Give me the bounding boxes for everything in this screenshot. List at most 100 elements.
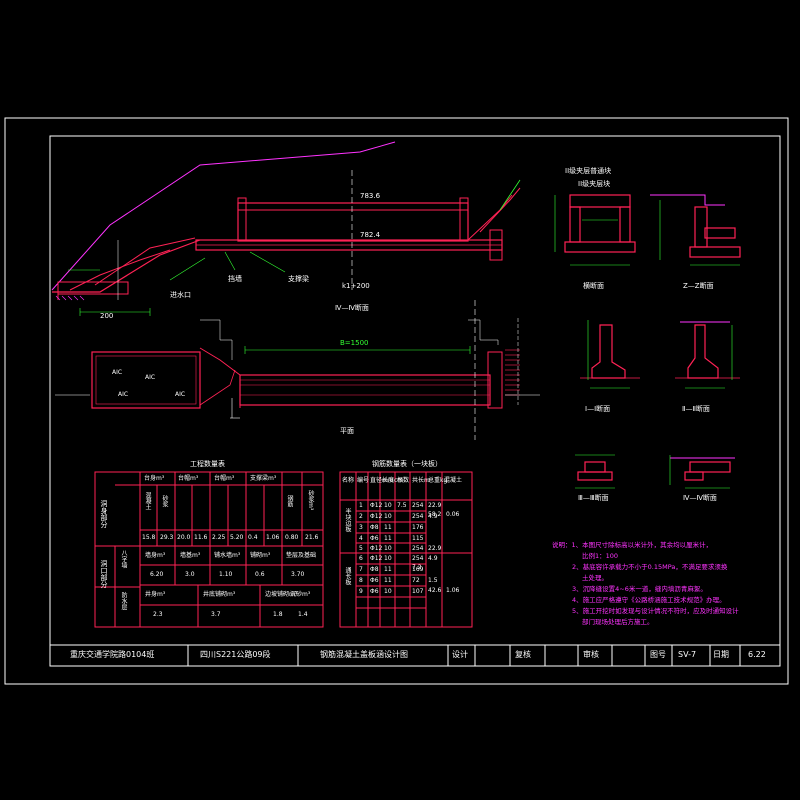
quantity-table-title: 工程数量表	[190, 460, 225, 468]
table2-row-0-cell-4: 254	[412, 502, 424, 509]
table2-row-6-cell-0: 7	[359, 566, 363, 573]
table1-row3-head-3: 沉砂m³	[290, 591, 311, 598]
note-4: 4、施工应严格遵守《公路桥涵施工技术规范》办理。	[572, 596, 726, 604]
title-block-grid	[50, 644, 780, 666]
table2-row-4-cell-4: 254	[412, 545, 424, 552]
title-block-org: 重庆交通学院路0104班	[70, 650, 155, 659]
table2-row-1-cell-4: 254	[412, 513, 424, 520]
table2-row-3-cell-1: Φ6	[370, 535, 379, 542]
cross-section-top-label2: II级夹层块	[578, 180, 611, 188]
cross-section-view	[554, 194, 636, 266]
table2-row-8-cell-2: 10	[384, 588, 392, 595]
cross-section-title: 横断面	[583, 282, 604, 290]
table2-row-5-cell-1: Φ12	[370, 555, 383, 562]
table2-row-3-cell-4: 115	[412, 535, 424, 542]
note-2b: 土处理。	[582, 574, 608, 582]
table1-header-body: 洞身部分	[100, 500, 108, 528]
table2-row-7-cell-2: 11	[384, 577, 392, 584]
title-block-check: 复核	[515, 650, 531, 659]
table1-row2-val-2: 1.10	[219, 571, 233, 578]
table1-row2-a: 八字墙	[120, 550, 127, 568]
section-z-view	[650, 194, 741, 266]
table1-row1-cell-8: 0.80	[285, 534, 299, 541]
table1-row1-cell-1: 29.3	[160, 534, 174, 541]
note-3: 3、沉降缝设置4~6米一道，缝内填沥青麻絮。	[572, 585, 707, 593]
table1-group-4: 支撑梁m³	[250, 475, 277, 482]
inlet-label: 进水口	[170, 291, 191, 299]
table2-row-8-cell-1: Φ6	[370, 588, 379, 595]
table2-row-5-cell-5: 4.9	[428, 555, 438, 562]
table1-extra-1: 钢筋	[286, 495, 293, 507]
table1-row3-val-0: 2.3	[153, 611, 163, 618]
table2-row-6-cell-2: 11	[384, 566, 392, 573]
note-5: 5、施工开挖时如发现与设计情况不符时，应及时通知设计	[572, 607, 739, 615]
table2-row-7-cell-0: 8	[359, 577, 363, 584]
table2-row-3-cell-2: 11	[384, 535, 392, 542]
table2-row-5-cell-2: 10	[384, 555, 392, 562]
title-block-design: 设计	[452, 650, 468, 659]
table1-row3-val-3: 1.4	[298, 611, 308, 618]
station-label: k1+200	[342, 282, 370, 290]
table1-group-3: 台帽m³	[214, 475, 235, 482]
table1-row3-val-2: 1.8	[273, 611, 283, 618]
table1-row3-head-1: 井底铺砌m³	[203, 591, 236, 598]
table2-row-7-cell-4: 72	[412, 577, 420, 584]
table1-row1-cell-6: 0.4	[248, 534, 258, 541]
table1-row2-b: 防水层	[120, 592, 127, 610]
section-4-title: Ⅳ—Ⅳ断面	[683, 494, 717, 502]
outlet-label: 支撑梁	[288, 275, 309, 283]
title-block-review: 审核	[583, 650, 599, 659]
wall-label: 挡墙	[228, 275, 242, 283]
plan-view-title: 平面	[340, 427, 354, 435]
section-3-view	[575, 454, 615, 489]
table2-total-2: 58.2	[428, 511, 442, 518]
table2-total-3: 0.06	[446, 511, 460, 518]
elevation-view-title: Ⅳ—Ⅳ断面	[335, 304, 369, 312]
table2-row-2-cell-1: Φ8	[370, 524, 379, 531]
table2-row-2-cell-0: 3	[359, 524, 363, 531]
title-block-drawing: 钢筋混凝土盖板涵设计图	[320, 650, 408, 659]
table1-row3-head-0: 井身m³	[145, 591, 166, 598]
table1-row2-val-0: 6.20	[150, 571, 164, 578]
note-5b: 部门现场处理后方施工。	[582, 618, 654, 626]
plan-view	[55, 300, 540, 440]
table1-row1-cell-2: 20.0	[177, 534, 191, 541]
table2-row-8-cell-4: 107	[412, 588, 424, 595]
table2-row-3-cell-0: 4	[359, 535, 363, 542]
table1-row1-cell-5: 5.20	[230, 534, 244, 541]
table1-row1-cell-4: 2.25	[212, 534, 226, 541]
note-1: 比例1：100	[582, 552, 619, 560]
table2-row-7-cell-1: Φ6	[370, 577, 379, 584]
aic-label-2: AIC	[145, 374, 156, 381]
title-block-no-label: 图号	[650, 650, 666, 659]
table2-row-0-cell-2: 10	[384, 502, 392, 509]
title-block-date-label: 日期	[713, 650, 729, 659]
table2-row-8-cell-0: 9	[359, 588, 363, 595]
table2-group-1: 半块边板	[344, 508, 351, 532]
dim-200-label: 200	[100, 312, 114, 320]
table2-row-1-cell-1: Φ12	[370, 513, 383, 520]
table2-row-4-cell-5: 22.9	[428, 545, 442, 552]
section-2-view	[675, 321, 740, 389]
note-2: 2、基底容许承载力不小于0.15MPa，不满足要求须换	[572, 563, 728, 571]
design-notes: 说明：1、本图尺寸除标高以米计外，其余均以厘米计， 比例1：100 2、基底容许…	[552, 540, 787, 628]
table2-row-2-cell-2: 11	[384, 524, 392, 531]
elevation-view	[51, 141, 521, 316]
table1-extra-2: 砂浆m³	[307, 490, 314, 511]
table1-row2-head-3: 铺砌m³	[250, 552, 271, 559]
table1-row3-val-1: 3.7	[211, 611, 221, 618]
title-block-date: 6.22	[748, 650, 766, 659]
table1-group-1: 台身m³	[144, 475, 165, 482]
section-z-title: Z—Z断面	[683, 282, 714, 290]
table2-row-0-cell-0: 1	[359, 502, 363, 509]
table2-row-2-cell-4: 176	[412, 524, 424, 531]
table2-row-0-cell-3: 7.5	[397, 502, 407, 509]
title-block-project: 四川S221公路09段	[200, 650, 271, 659]
cross-section-top-label: II级夹层普通块	[565, 167, 612, 175]
elevation-top-label: 783.6	[360, 192, 381, 200]
table1-row1-cell-3: 11.6	[194, 534, 208, 541]
aic-label-4: AIC	[175, 391, 186, 398]
table1-row2-head-1: 墙基m³	[180, 552, 201, 559]
table2-row-0-cell-1: Φ12	[370, 502, 383, 509]
table2-row-1-cell-2: 10	[384, 513, 392, 520]
